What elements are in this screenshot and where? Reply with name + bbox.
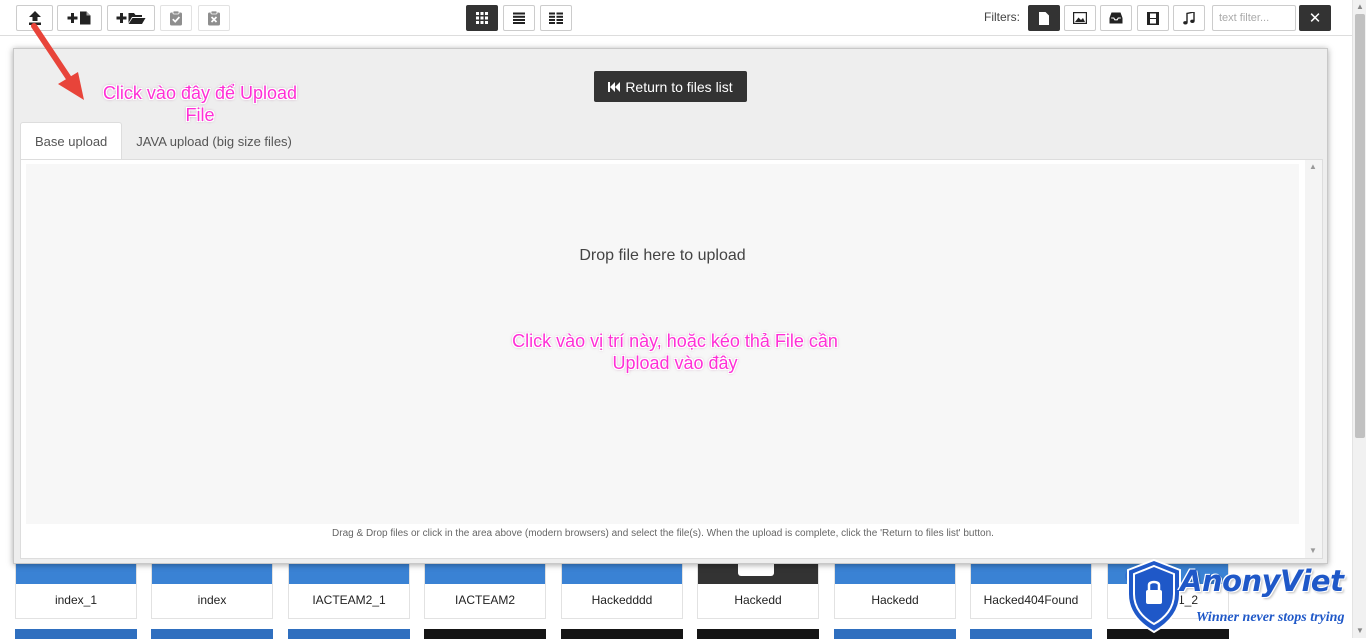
file-item[interactable]: IACTEAM2 — [424, 563, 546, 619]
music-icon — [1183, 11, 1195, 24]
image-icon — [1073, 12, 1087, 24]
filter-videos-button[interactable] — [1137, 5, 1169, 31]
file-thumbnail — [289, 564, 409, 584]
upload-help-text: Drag & Drop files or click in the area a… — [332, 528, 994, 539]
filter-music-button[interactable] — [1173, 5, 1205, 31]
close-icon: ✕ — [1308, 10, 1322, 27]
return-button-label: Return to files list — [625, 78, 733, 95]
file-item[interactable]: Hackedddd — [561, 563, 683, 619]
grid-view-button[interactable] — [466, 5, 498, 31]
clipboard-check-icon — [170, 10, 182, 26]
watermark-brand: AnonyViet — [1180, 564, 1344, 598]
top-toolbar: Filters: ✕ — [0, 0, 1352, 36]
file-thumbnail — [562, 564, 682, 584]
select-all-button[interactable] — [160, 5, 192, 31]
file-name: Hackedd — [871, 593, 919, 607]
file-name: Hacked404Found — [983, 593, 1079, 607]
archive-icon — [1109, 12, 1123, 24]
file-item[interactable]: Hackedd — [834, 563, 956, 619]
document-icon — [738, 564, 774, 576]
file-name: Hackedd — [734, 593, 782, 607]
file-name: index — [197, 593, 227, 607]
file-name: IACTEAM2_1 — [312, 593, 386, 607]
file-item[interactable]: index — [151, 563, 273, 619]
file-thumbnail — [698, 564, 818, 584]
file-name: index_1 — [54, 593, 98, 607]
watermark-logo: AnonyViet Winner never stops trying — [1118, 556, 1366, 638]
fast-backward-icon — [608, 81, 621, 92]
file-item[interactable]: index_1 — [15, 563, 137, 619]
clear-filter-button[interactable]: ✕ — [1299, 5, 1331, 31]
scrollbar-thumb[interactable] — [1355, 14, 1365, 438]
filter-archives-button[interactable] — [1100, 5, 1132, 31]
annotation-arrow-icon — [31, 23, 84, 100]
scroll-down-arrow-icon[interactable]: ▼ — [1309, 546, 1317, 555]
file-item[interactable]: Hackedd — [697, 563, 819, 619]
list-view-icon — [513, 12, 525, 24]
page-scrollbar[interactable]: ▲ ▼ — [1352, 0, 1366, 638]
scroll-up-arrow-icon[interactable]: ▲ — [1356, 2, 1364, 11]
details-view-icon — [549, 12, 563, 24]
file-thumbnail — [835, 564, 955, 584]
plus-folder-icon — [116, 13, 146, 24]
file-name: Hackedddd — [591, 593, 653, 607]
scroll-up-arrow-icon[interactable]: ▲ — [1309, 162, 1317, 171]
upload-tabs: Base upload JAVA upload (big size files) — [20, 122, 306, 160]
delete-button[interactable] — [198, 5, 230, 31]
return-to-files-button[interactable]: Return to files list — [594, 71, 747, 102]
file-thumbnail — [16, 564, 136, 584]
details-view-button[interactable] — [540, 5, 572, 31]
clipboard-x-icon — [208, 10, 220, 26]
watermark-slogan: Winner never stops trying — [1196, 610, 1345, 625]
list-view-button[interactable] — [503, 5, 535, 31]
new-folder-button[interactable] — [107, 5, 155, 31]
drop-hint-annotation: Click vào vị trí này, hoặc kéo thả File … — [512, 331, 838, 373]
file-thumbnail — [971, 564, 1091, 584]
grid-view-icon — [476, 12, 488, 24]
text-filter-input[interactable] — [1212, 5, 1296, 31]
filters-label: Filters: — [984, 10, 1020, 24]
file-name: IACTEAM2 — [454, 593, 515, 607]
shield-lock-icon — [1125, 558, 1181, 634]
file-thumbnail — [152, 564, 272, 584]
file-item[interactable]: IACTEAM2_1 — [288, 563, 410, 619]
tab-base-upload[interactable]: Base upload — [20, 122, 123, 160]
file-item[interactable]: Hacked404Found — [970, 563, 1092, 619]
tab-java-upload[interactable]: JAVA upload (big size files) — [122, 122, 306, 160]
upload-hint-annotation: Click vào đây để Upload File — [102, 83, 298, 125]
file-icon — [1039, 11, 1049, 25]
filter-files-button[interactable] — [1028, 5, 1060, 31]
video-icon — [1147, 11, 1159, 25]
filter-images-button[interactable] — [1064, 5, 1096, 31]
drop-zone-text: Drop file here to upload — [579, 247, 746, 264]
upload-scrollbar[interactable]: ▲ ▼ — [1305, 160, 1322, 558]
file-thumbnail — [425, 564, 545, 584]
